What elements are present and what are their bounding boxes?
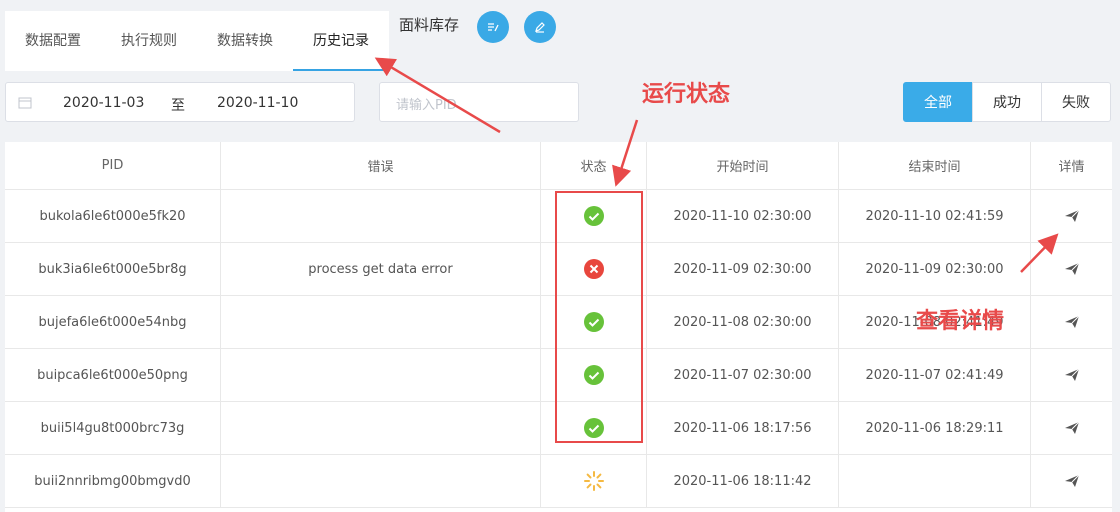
header-detail: 详情 [1058, 160, 1085, 175]
pid-search-input[interactable]: 请输入PID [379, 82, 579, 122]
filter-all-button[interactable]: 全部 [903, 82, 973, 122]
send-icon [1064, 421, 1079, 434]
calendar-icon [18, 97, 32, 109]
error-cell [221, 349, 541, 401]
filter-success-button[interactable]: 成功 [972, 82, 1042, 122]
error-cell [221, 455, 541, 507]
send-icon [1064, 315, 1079, 328]
detail-cell[interactable] [1031, 402, 1112, 454]
send-icon [1064, 209, 1079, 222]
start-time-cell: 2020-11-06 18:11:42 [647, 455, 839, 507]
send-icon [1064, 262, 1079, 275]
pid-text: bujefa6le6t000e54nbg [38, 314, 187, 330]
error-cell [221, 190, 541, 242]
error-text: process get data error [308, 261, 453, 277]
status-highlight-box [555, 191, 643, 443]
pid-cell: buii2nnribmg00bmgvd0 [5, 455, 221, 507]
edit-button[interactable] [524, 11, 556, 43]
header-start-time: 开始时间 [647, 142, 839, 189]
start-time-text: 2020-11-08 02:30:00 [673, 314, 812, 330]
table-header: PID 错误 状态 开始时间 结束时间 详情 [5, 142, 1112, 190]
table-row: buii2nnribmg00bmgvd0 2020-11-06 18:11:42 [5, 455, 1112, 508]
datasource-title: 面料库存 [399, 16, 460, 34]
loading-spinner-icon [583, 471, 604, 491]
end-time-text: 2020-11-10 02:41:59 [865, 208, 1004, 224]
start-time-cell: 2020-11-08 02:30:00 [647, 296, 839, 348]
pid-cell: buii5l4gu8t000brc73g [5, 402, 221, 454]
start-date[interactable]: 2020-11-03 [63, 95, 144, 111]
start-time-text: 2020-11-09 02:30:00 [673, 261, 812, 277]
detail-cell[interactable] [1031, 243, 1112, 295]
send-icon [1064, 474, 1079, 487]
header-end-time: 结束时间 [839, 142, 1031, 189]
header-status: 状态 [541, 142, 647, 189]
error-cell: process get data error [221, 243, 541, 295]
start-time-text: 2020-11-06 18:17:56 [673, 420, 812, 436]
tab-execution-rules[interactable]: 执行规则 [101, 11, 197, 71]
header-error: 错误 [221, 142, 541, 189]
pid-search-placeholder: 请输入PID [396, 98, 457, 113]
pid-cell: bukola6le6t000e5fk20 [5, 190, 221, 242]
detail-annotation-label: 查看详情 [916, 309, 1005, 334]
start-time-cell: 2020-11-10 02:30:00 [647, 190, 839, 242]
pid-cell: buk3ia6le6t000e5br8g [5, 243, 221, 295]
detail-cell[interactable] [1031, 296, 1112, 348]
end-time-cell: 2020-11-06 18:29:11 [839, 402, 1031, 454]
end-time-text: 2020-11-06 18:29:11 [865, 420, 1004, 436]
start-time-cell: 2020-11-09 02:30:00 [647, 243, 839, 295]
date-separator: 至 [171, 98, 185, 114]
end-time-cell: 2020-11-07 02:41:49 [839, 349, 1031, 401]
tab-bar: 数据配置 执行规则 数据转换 历史记录 [5, 11, 389, 71]
pencil-icon [535, 22, 545, 33]
send-icon [1064, 368, 1079, 381]
detail-cell[interactable] [1031, 190, 1112, 242]
header-pid: PID [5, 142, 221, 189]
pid-text: bukola6le6t000e5fk20 [39, 208, 186, 224]
detail-cell[interactable] [1031, 455, 1112, 507]
start-time-cell: 2020-11-07 02:30:00 [647, 349, 839, 401]
start-time-cell: 2020-11-06 18:17:56 [647, 402, 839, 454]
list-edit-icon [488, 23, 499, 32]
error-cell [221, 402, 541, 454]
status-cell [541, 455, 647, 507]
start-time-text: 2020-11-10 02:30:00 [673, 208, 812, 224]
tab-history[interactable]: 历史记录 [293, 11, 389, 71]
pid-cell: bujefa6le6t000e54nbg [5, 296, 221, 348]
end-date[interactable]: 2020-11-10 [217, 95, 298, 111]
end-time-cell: 2020-11-10 02:41:59 [839, 190, 1031, 242]
end-time-cell: 2020-11-09 02:30:00 [839, 243, 1031, 295]
end-time-text: 2020-11-07 02:41:49 [865, 367, 1004, 383]
tab-data-config[interactable]: 数据配置 [5, 11, 101, 71]
error-cell [221, 296, 541, 348]
pid-text: buipca6le6t000e50png [37, 367, 188, 383]
pid-cell: buipca6le6t000e50png [5, 349, 221, 401]
pid-text: buk3ia6le6t000e5br8g [38, 261, 187, 277]
start-time-text: 2020-11-06 18:11:42 [673, 473, 812, 489]
end-time-cell [839, 455, 1031, 507]
status-annotation-label: 运行状态 [642, 82, 731, 107]
tab-data-transform[interactable]: 数据转换 [197, 11, 293, 71]
edit-list-button[interactable] [477, 11, 509, 43]
end-time-text: 2020-11-09 02:30:00 [865, 261, 1004, 277]
pid-text: buii2nnribmg00bmgvd0 [34, 473, 191, 489]
pid-text: buii5l4gu8t000brc73g [40, 420, 185, 436]
detail-cell[interactable] [1031, 349, 1112, 401]
date-range-picker[interactable]: 2020-11-03 至 2020-11-10 [5, 82, 355, 122]
filter-failed-button[interactable]: 失败 [1041, 82, 1111, 122]
start-time-text: 2020-11-07 02:30:00 [673, 367, 812, 383]
